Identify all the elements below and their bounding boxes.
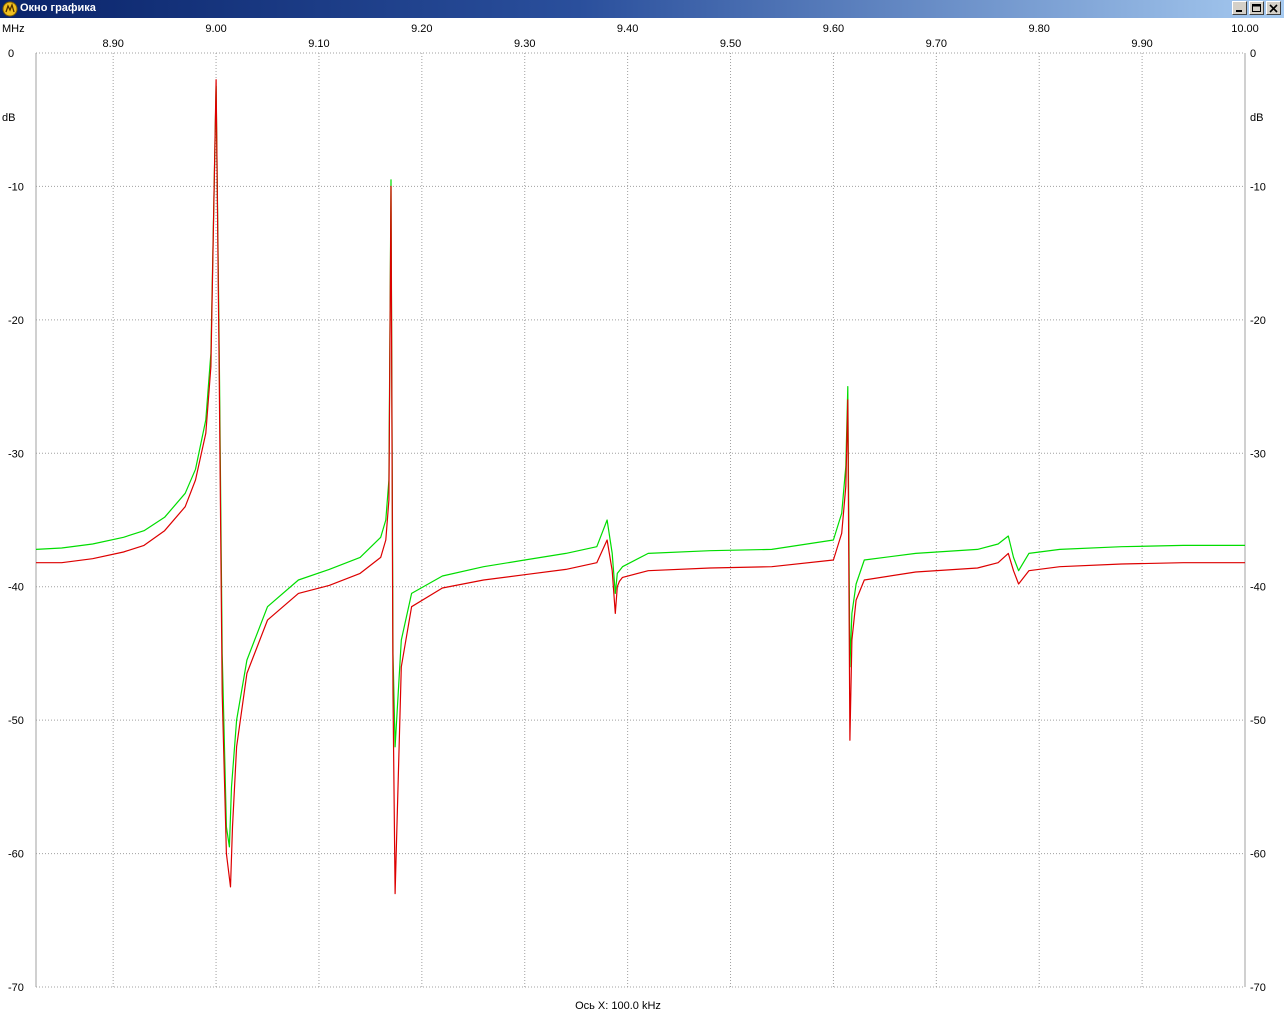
graph-window: Окно графика 8.90 9.00 9.10 9.20 9.30 9.40 9.5… <box>0 0 1284 1024</box>
minimize-icon <box>1236 10 1242 12</box>
y-tick-label-right: -70 <box>1250 982 1266 994</box>
y-tick-label-right: 0 <box>1250 48 1256 60</box>
x-tick-label: 9.40 <box>617 23 638 35</box>
x-tick-label: 9.90 <box>1131 38 1152 50</box>
y-tick-label-right: -40 <box>1250 582 1266 594</box>
y-tick-label-left: -30 <box>8 448 24 460</box>
app-icon <box>2 1 18 17</box>
maximize-icon <box>1252 4 1261 12</box>
series-group <box>35 79 1245 895</box>
x-tick-label: 9.00 <box>205 23 226 35</box>
tick-labels: 8.90 9.00 9.10 9.20 9.30 9.40 9.50 9.60 9.70 9.80… <box>8 23 1266 994</box>
y-unit-label-left: dB <box>2 112 15 124</box>
y-tick-label-right: -30 <box>1250 448 1266 460</box>
y-tick-label-left: 0 <box>8 48 14 60</box>
y-tick-label-left: -60 <box>8 849 24 861</box>
close-icon <box>1269 4 1278 13</box>
y-tick-label-left: -20 <box>8 315 24 327</box>
window-controls <box>1232 1 1281 17</box>
y-tick-label-left: -10 <box>8 181 24 193</box>
x-tick-label: 8.90 <box>102 38 123 50</box>
x-tick-label: 9.50 <box>720 38 741 50</box>
x-tick-label: 9.60 <box>823 23 844 35</box>
red-series-line <box>36 79 1245 895</box>
x-unit-label: MHz <box>2 23 25 35</box>
y-unit-label-right: dB <box>1250 112 1263 124</box>
x-tick-label: 9.30 <box>514 38 535 50</box>
x-tick-label: 10.00 <box>1231 23 1259 35</box>
y-tick-label-right: -10 <box>1250 181 1266 193</box>
window-title: Окно графика <box>20 2 96 14</box>
y-tick-label-right: -60 <box>1250 849 1266 861</box>
x-tick-label: 9.10 <box>308 38 329 50</box>
y-tick-label-right: -50 <box>1250 715 1266 727</box>
x-tick-label: 9.70 <box>926 38 947 50</box>
y-tick-label-left: -70 <box>8 982 24 994</box>
x-axis-caption: Ось X: 100.0 kHz <box>575 1000 661 1012</box>
y-tick-label-left: -50 <box>8 715 24 727</box>
maximize-button[interactable] <box>1249 1 1264 15</box>
y-tick-label-right: -20 <box>1250 315 1266 327</box>
x-tick-label: 9.80 <box>1029 23 1050 35</box>
x-tick-label: 9.20 <box>411 23 432 35</box>
minimize-button[interactable] <box>1232 1 1247 15</box>
frequency-response-chart: 8.90 9.00 9.10 9.20 9.30 9.40 9.50 9.60 9.70 9.80… <box>2 23 1266 1012</box>
y-tick-label-left: -40 <box>8 582 24 594</box>
close-button[interactable] <box>1266 1 1281 15</box>
title-bar[interactable]: Окно графика <box>0 0 1284 18</box>
